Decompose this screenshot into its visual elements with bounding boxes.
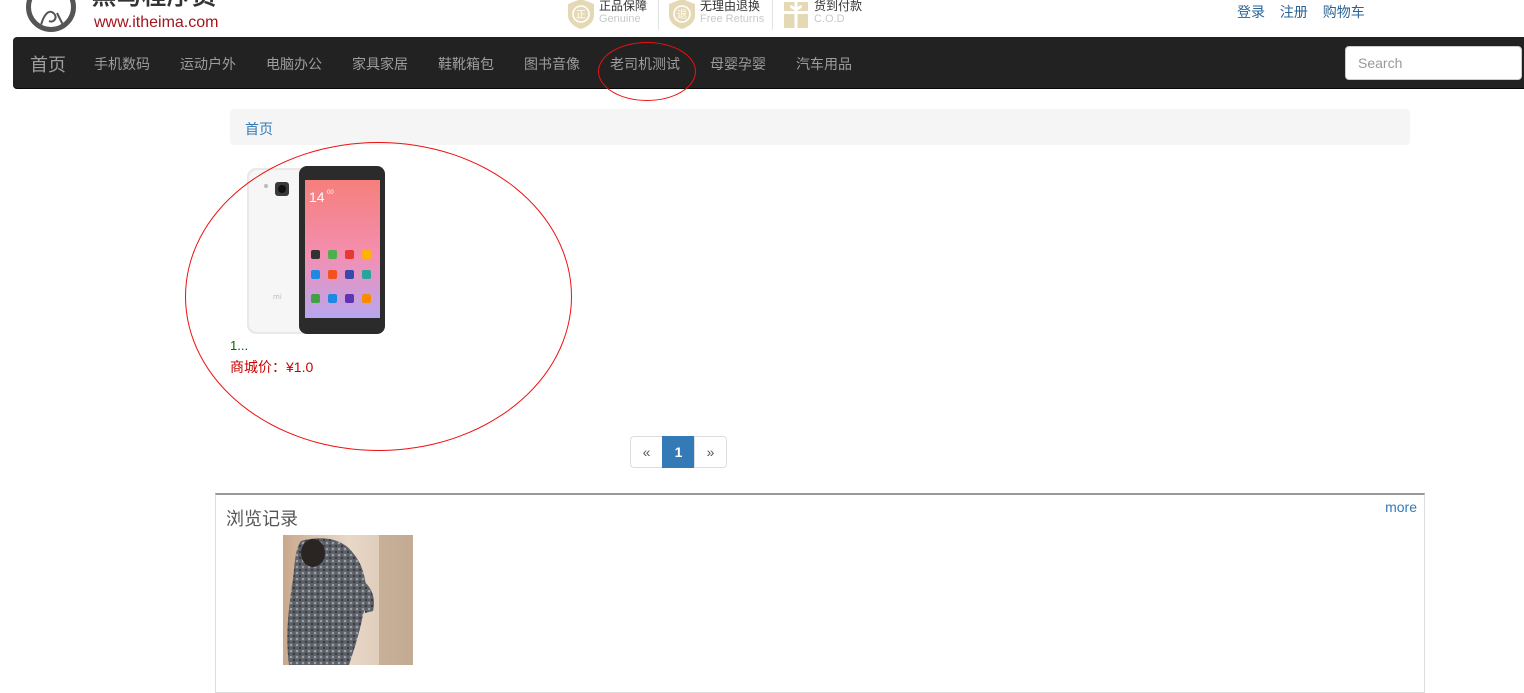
gift-badge-icon — [784, 2, 808, 28]
product-price-value: ¥1.0 — [286, 359, 314, 375]
pagination-page[interactable]: 1 — [662, 436, 695, 468]
breadcrumb-home-link[interactable]: 首页 — [245, 119, 273, 139]
return-badge-icon: 退 — [669, 0, 695, 29]
product-card[interactable]: mi 14 00 1... 商城价：¥1.0 — [230, 160, 410, 380]
top-user-links: 登录 注册 购物车 — [1237, 2, 1376, 22]
promo-title: 无理由退换 — [700, 0, 761, 13]
login-link[interactable]: 登录 — [1237, 5, 1265, 21]
product-phone-image[interactable]: mi 14 00 — [245, 164, 390, 336]
product-price-label: 商城价： — [230, 360, 286, 376]
svg-text:mi: mi — [273, 293, 282, 301]
cart-link[interactable]: 购物车 — [1323, 5, 1365, 21]
promo-divider — [772, 0, 773, 30]
nav-item-shoes-bags[interactable]: 鞋靴箱包 — [438, 54, 494, 74]
svg-text:14: 14 — [309, 189, 325, 205]
main-navbar: 首页 手机数码 运动户外 电脑办公 家具家居 鞋靴箱包 图书音像 老司机测试 母… — [13, 37, 1524, 89]
logo-text: 黑马程序员 — [92, 0, 217, 10]
history-title: 浏览记录 — [226, 509, 298, 530]
nav-brand-home[interactable]: 首页 — [30, 51, 66, 77]
nav-item-books-media[interactable]: 图书音像 — [524, 54, 580, 74]
promo-subtitle: C.O.D — [814, 13, 845, 25]
svg-text:退: 退 — [677, 9, 687, 21]
nav-item-outdoor[interactable]: 运动户外 — [180, 54, 236, 74]
breadcrumb: 首页 — [230, 109, 1410, 145]
browsing-history-panel: 浏览记录 more — [215, 493, 1425, 693]
nav-item-furniture[interactable]: 家具家居 — [352, 54, 408, 74]
history-more-link[interactable]: more — [1385, 499, 1417, 515]
promo-divider — [658, 0, 659, 30]
search-input[interactable] — [1345, 46, 1522, 80]
logo-emblem-icon — [26, 0, 76, 32]
nav-item-baby[interactable]: 母婴孕婴 — [710, 54, 766, 74]
nav-item-auto[interactable]: 汽车用品 — [796, 54, 852, 74]
genuine-badge-icon: 正 — [568, 0, 594, 29]
svg-text:00: 00 — [327, 190, 334, 196]
product-name[interactable]: 1... — [230, 338, 248, 353]
history-item-sweater-image[interactable] — [283, 535, 413, 665]
promo-title: 货到付款 — [814, 0, 863, 13]
pagination-next[interactable]: » — [694, 436, 727, 468]
pagination: « 1 » — [630, 436, 727, 468]
register-link[interactable]: 注册 — [1280, 5, 1308, 21]
nav-item-phones[interactable]: 手机数码 — [94, 54, 150, 74]
promo-subtitle: Free Returns — [700, 13, 765, 25]
product-price: 商城价：¥1.0 — [230, 357, 313, 377]
nav-item-test[interactable]: 老司机测试 — [610, 54, 680, 74]
site-logo[interactable]: 黑马程序员 www.itheima.com — [26, 0, 236, 34]
promo-title: 正品保障 — [599, 0, 648, 13]
logo-url: www.itheima.com — [94, 14, 219, 31]
promo-subtitle: Genuine — [599, 13, 641, 25]
svg-text:正: 正 — [576, 10, 586, 21]
pagination-prev[interactable]: « — [630, 436, 663, 468]
nav-item-computers[interactable]: 电脑办公 — [266, 54, 322, 74]
